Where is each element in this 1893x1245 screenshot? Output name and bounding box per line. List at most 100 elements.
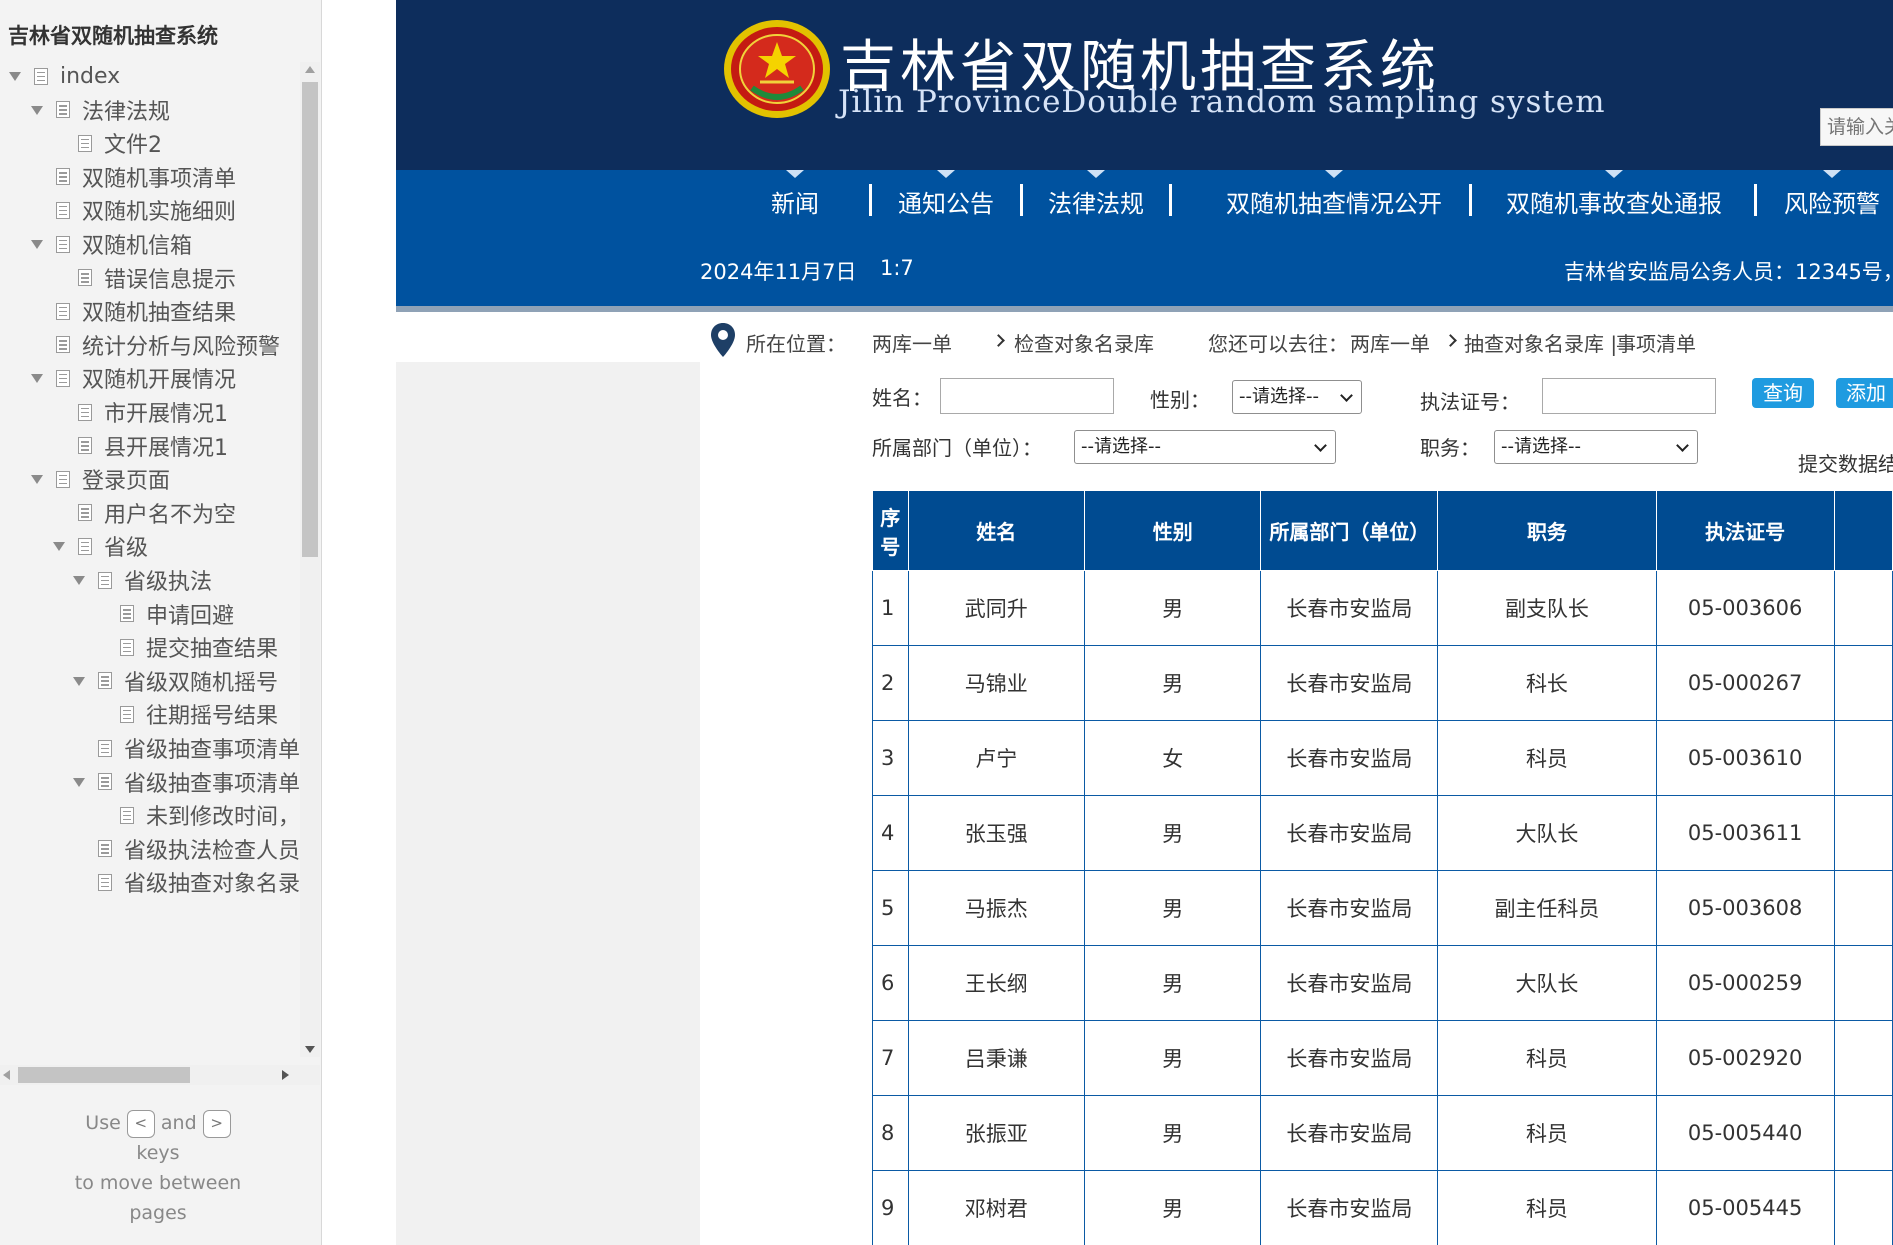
- tree-item-label: 双随机抽查结果: [82, 301, 237, 327]
- caret-down-icon[interactable]: [72, 775, 86, 789]
- cert-number-label: 执法证号：: [1420, 390, 1520, 414]
- cell-department: 长春市安监局: [1260, 1020, 1439, 1096]
- cell-position: 科员: [1437, 720, 1657, 796]
- department-select[interactable]: --请选择--: [1074, 430, 1336, 464]
- cell-gender: 男: [1083, 1170, 1262, 1245]
- col-header-position: 职务: [1437, 490, 1657, 571]
- nav-laws[interactable]: 法律法规: [1048, 170, 1144, 230]
- nav-inspection-disclosure[interactable]: 双随机抽查情况公开: [1226, 170, 1442, 230]
- tree-horizontal-scrollbar[interactable]: [0, 1065, 320, 1085]
- page-tree: index 法律法规 文件2 双随机事项清单 双随机实施细则 双随机信箱 错误信息提示 双随机…: [0, 56, 300, 1055]
- caret-down-icon[interactable]: [30, 371, 44, 385]
- nav-accident-reports[interactable]: 双随机事故查处通报: [1506, 170, 1722, 230]
- scrollbar-thumb[interactable]: [18, 1067, 190, 1083]
- name-input[interactable]: [940, 378, 1114, 414]
- submit-data-link[interactable]: 提交数据结: [1798, 448, 1893, 477]
- caret-down-icon[interactable]: [52, 539, 66, 553]
- nav-risk-warning[interactable]: 风险预警: [1784, 170, 1880, 230]
- caret-down-icon[interactable]: [30, 472, 44, 486]
- add-button[interactable]: 添加: [1836, 378, 1893, 408]
- cell-index: 6: [872, 945, 909, 1021]
- tree-vertical-scrollbar[interactable]: [300, 62, 320, 1057]
- cert-number-input[interactable]: [1542, 378, 1716, 414]
- position-label: 职务：: [1420, 436, 1480, 460]
- tree-item-label: 用户名不为空: [104, 502, 237, 528]
- cell-position: 大队长: [1437, 945, 1657, 1021]
- goto-link[interactable]: 事项清单: [1616, 328, 1696, 357]
- scroll-down-icon[interactable]: [305, 1046, 315, 1053]
- scroll-right-icon[interactable]: [282, 1070, 289, 1080]
- position-select[interactable]: --请选择--: [1494, 430, 1698, 464]
- emblem-icon: [724, 20, 830, 118]
- cell-extra: [1833, 1095, 1893, 1171]
- cell-index: 9: [872, 1170, 909, 1245]
- scroll-left-icon[interactable]: [3, 1070, 10, 1080]
- breadcrumb-link[interactable]: 两库一单: [872, 328, 952, 357]
- left-panel: [396, 362, 700, 1245]
- table-row[interactable]: 9 邓树君男长春市安监局 科员 05-005445: [872, 1170, 1893, 1245]
- cell-department: 长春市安监局: [1260, 795, 1439, 871]
- hint-and: and: [160, 1112, 197, 1134]
- nav-separator: [869, 184, 872, 216]
- tree-item-label: 文件2: [104, 133, 162, 159]
- query-button[interactable]: 查询: [1752, 378, 1814, 408]
- tree-item[interactable]: 省级抽查对象名录: [72, 862, 300, 902]
- cell-cert-number: 05-003608: [1655, 870, 1835, 946]
- scroll-up-icon[interactable]: [305, 66, 315, 73]
- table-row[interactable]: 1 武同升男长春市安监局 副支队长 05-003606: [872, 570, 1893, 646]
- goto-label: 您还可以去往：: [1208, 332, 1348, 356]
- tree-item-label: 省级: [104, 536, 149, 562]
- nav-label: 新闻: [771, 190, 819, 218]
- chevron-right-icon: [992, 334, 1005, 347]
- prev-key-icon: <: [126, 1109, 155, 1138]
- cell-index: 3: [872, 720, 909, 796]
- cell-department: 长春市安监局: [1260, 645, 1439, 721]
- gender-select[interactable]: --请选择--: [1232, 380, 1362, 414]
- table-row[interactable]: 7 吕秉谦男长春市安监局 科员 05-002920: [872, 1020, 1893, 1096]
- table-row[interactable]: 2 马锦业男长春市安监局 科长 05-000267: [872, 645, 1893, 721]
- scrollbar-thumb[interactable]: [302, 82, 318, 557]
- cell-cert-number: 05-003606: [1655, 570, 1835, 646]
- position-selected: --请选择--: [1501, 436, 1581, 457]
- nav-notices[interactable]: 通知公告: [898, 170, 994, 230]
- cell-department: 长春市安监局: [1260, 1170, 1439, 1245]
- cell-extra: [1833, 570, 1893, 646]
- cell-extra: [1833, 1020, 1893, 1096]
- breadcrumb: 所在位置： 两库一单 检查对象名录库 您还可以去往： 两库一单 抽查对象名录库 …: [710, 320, 1893, 360]
- keyboard-hint: Use < and > keys to move between pages: [0, 1108, 316, 1228]
- col-header-gender: 性别: [1083, 490, 1262, 571]
- goto-link[interactable]: 抽查对象名录库 |: [1464, 328, 1617, 357]
- cell-cert-number: 05-005445: [1655, 1170, 1835, 1245]
- table-row[interactable]: 6 王长纲男长春市安监局 大队长 05-000259: [872, 945, 1893, 1021]
- table-row[interactable]: 4 张玉强男长春市安监局 大队长 05-003611: [872, 795, 1893, 871]
- goto-link[interactable]: 两库一单: [1350, 328, 1430, 357]
- cell-gender: 男: [1083, 945, 1262, 1021]
- page-icon: [98, 672, 112, 690]
- table-row[interactable]: 5 马振杰男长春市安监局 副主任科员 05-003608: [872, 870, 1893, 946]
- cell-index: 4: [872, 795, 909, 871]
- cell-department: 长春市安监局: [1260, 570, 1439, 646]
- caret-down-icon[interactable]: [8, 69, 22, 83]
- cell-position: 副支队长: [1437, 570, 1657, 646]
- caret-down-icon[interactable]: [72, 674, 86, 688]
- caret-down-icon[interactable]: [72, 573, 86, 587]
- nav-label: 双随机抽查情况公开: [1226, 190, 1442, 218]
- page-icon: [78, 437, 92, 455]
- nav-news[interactable]: 新闻: [771, 170, 819, 230]
- table-row[interactable]: 3 卢宁女长春市安监局 科员 05-003610: [872, 720, 1893, 796]
- breadcrumb-link[interactable]: 检查对象名录库: [1014, 328, 1154, 357]
- location-pin-icon: [711, 323, 735, 357]
- caret-down-icon[interactable]: [30, 237, 44, 251]
- nav-label: 双随机事故查处通报: [1506, 190, 1722, 218]
- cell-name: 武同升: [907, 570, 1086, 646]
- search-input[interactable]: [1820, 108, 1893, 146]
- col-header-cert-number: 执法证号: [1655, 490, 1835, 571]
- caret-down-icon[interactable]: [30, 103, 44, 117]
- cell-name: 卢宁: [907, 720, 1086, 796]
- main-page: 吉林省双随机抽查系统 Jilin ProvinceDouble random s…: [396, 0, 1893, 1245]
- cell-position: 科员: [1437, 1170, 1657, 1245]
- table-row[interactable]: 8 张振亚男长春市安监局 科员 05-005440: [872, 1095, 1893, 1171]
- user-greeting: 吉林省安监局公务人员：12345号，欢迎您: [1564, 260, 1893, 284]
- cell-gender: 男: [1083, 795, 1262, 871]
- tree-item-label: 双随机开展情况: [82, 368, 237, 394]
